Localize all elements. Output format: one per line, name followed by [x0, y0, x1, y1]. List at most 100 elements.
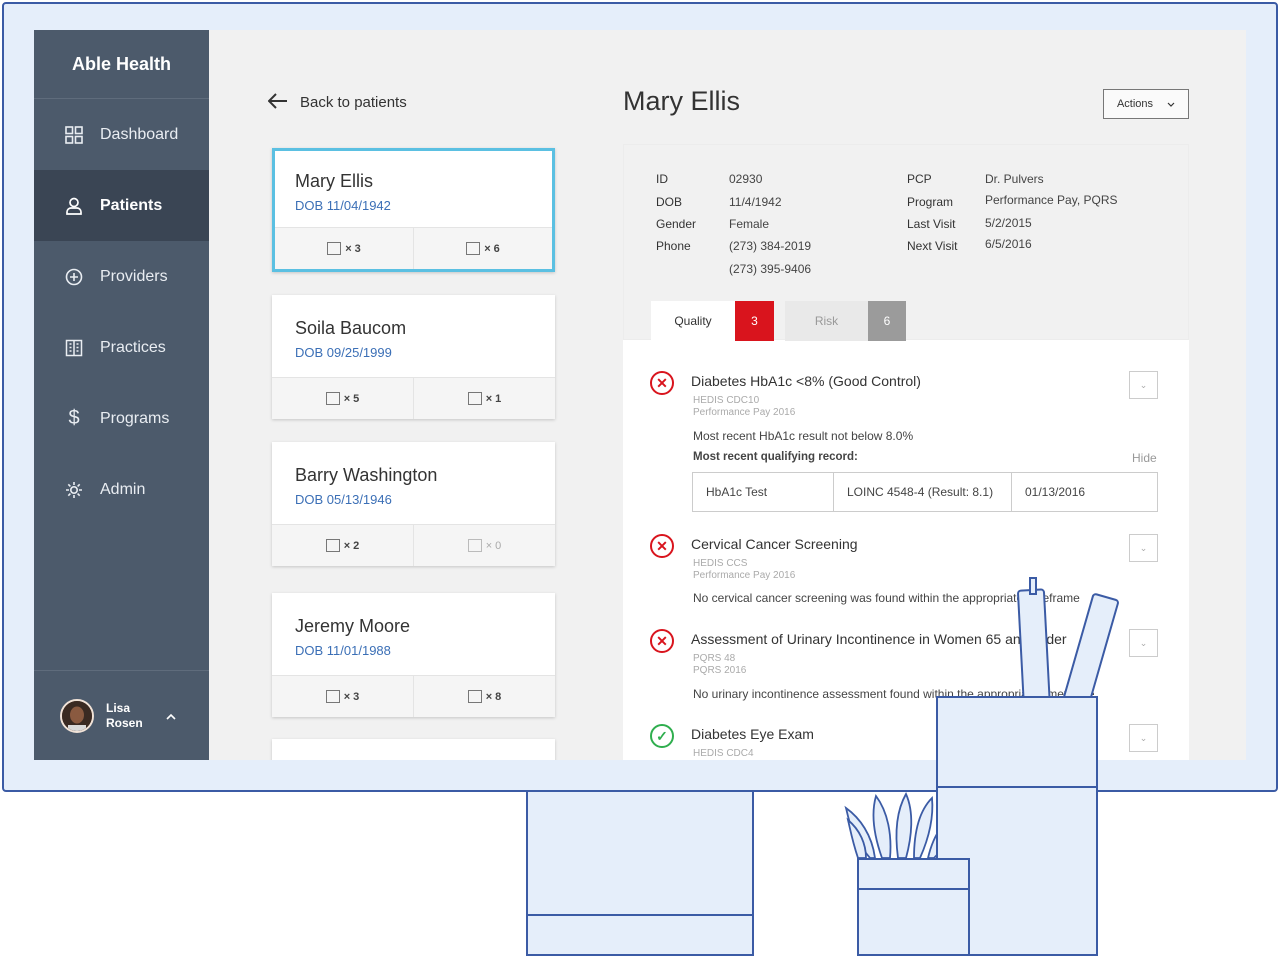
- star-box-icon: [325, 392, 340, 405]
- measure-title: Diabetes Eye Exam: [691, 726, 814, 742]
- sidebar-item-patients[interactable]: Patients: [34, 170, 209, 241]
- risk-gap-count: × 0: [413, 525, 555, 566]
- expand-toggle[interactable]: ⌄: [1129, 534, 1158, 562]
- quality-count-badge[interactable]: 3: [735, 301, 774, 341]
- fail-x-icon: ✕: [650, 534, 674, 558]
- user-menu[interactable]: Lisa Rosen: [34, 670, 209, 760]
- quality-count: × 2: [343, 539, 360, 552]
- risk-gap-count: × 8: [413, 676, 555, 717]
- next-visit-value: 6/5/2016: [985, 237, 1032, 251]
- patient-stats: × 2 × 0: [272, 524, 555, 566]
- expand-toggle[interactable]: ⌄: [1129, 371, 1158, 399]
- measure-description: No cervical cancer screening was found w…: [693, 591, 1080, 605]
- quality-count: × 3: [345, 242, 361, 255]
- risk-count: × 1: [485, 392, 502, 405]
- patient-info: ID DOB Gender Phone 02930 11/4/1942 Fema…: [623, 144, 1189, 341]
- dob-label: DOB: [656, 195, 683, 209]
- sidebar-item-label: Programs: [100, 409, 170, 427]
- patient-card[interactable]: Mary Ellis DOB 11/04/1942 × 3 × 6: [272, 148, 555, 272]
- sidebar-item-providers[interactable]: Providers: [34, 241, 209, 312]
- brand-logo: Able Health: [34, 30, 209, 99]
- id-value: 02930: [729, 172, 763, 186]
- sidebar-item-programs[interactable]: $ Programs: [34, 383, 209, 454]
- fail-x-icon: ✕: [650, 629, 674, 653]
- building-icon: [64, 338, 84, 358]
- sidebar-item-practices[interactable]: Practices: [34, 312, 209, 383]
- chevron-down-icon: [1167, 98, 1175, 110]
- last-visit-label: Last Visit: [907, 217, 956, 231]
- patient-name: Mary Ellis: [295, 171, 374, 191]
- quality-gap-count: × 5: [272, 378, 413, 419]
- page-title: Mary Ellis: [623, 86, 741, 116]
- star-box-icon: [325, 539, 340, 552]
- risk-gap-count: × 6: [413, 228, 552, 269]
- monitor-stand: [526, 792, 754, 956]
- patient-dob: DOB 09/25/1999: [295, 345, 392, 360]
- back-label: Back to patients: [300, 93, 407, 111]
- program-label: Program: [907, 195, 954, 209]
- chart-box-icon: [467, 690, 482, 703]
- measure-title: Diabetes HbA1c <8% (Good Control): [691, 373, 921, 389]
- avatar: [60, 698, 94, 733]
- risk-count-badge[interactable]: 6: [868, 301, 906, 341]
- patient-card[interactable]: Soila Baucom DOB 09/25/1999 × 5 × 1: [272, 295, 555, 419]
- id-label: ID: [656, 172, 668, 186]
- actions-dropdown[interactable]: Actions: [1103, 89, 1189, 119]
- patient-card[interactable]: [272, 739, 555, 760]
- quality-count: × 3: [343, 690, 360, 703]
- measure-program: Performance Pay 2016: [693, 570, 796, 581]
- sidebar-item-admin[interactable]: Admin: [34, 454, 209, 525]
- patient-detail-panel: ID DOB Gender Phone 02930 11/4/1942 Fema…: [623, 144, 1189, 760]
- gear-icon: [64, 480, 84, 500]
- tab-risk[interactable]: Risk: [785, 301, 868, 341]
- risk-count: × 6: [484, 242, 500, 255]
- chart-box-icon: [466, 242, 481, 255]
- risk-gap-count: × 1: [413, 378, 555, 419]
- hide-record-link[interactable]: Hide: [1132, 451, 1157, 465]
- record-code: LOINC 4548-4 (Result: 8.1): [833, 473, 1011, 511]
- expand-toggle[interactable]: ⌄: [1129, 629, 1158, 657]
- plus-circle-icon: [64, 267, 84, 287]
- back-to-patients-link[interactable]: Back to patients: [267, 92, 407, 112]
- arrow-left-icon: [267, 92, 288, 112]
- quality-gap-count: × 3: [275, 228, 413, 269]
- phone-value: (273) 384-2019: [729, 239, 812, 253]
- dollar-icon: $: [68, 407, 80, 429]
- next-visit-label: Next Visit: [907, 239, 958, 253]
- quality-count: × 5: [343, 392, 360, 405]
- chart-box-icon: [467, 539, 482, 552]
- actions-label: Actions: [1116, 98, 1154, 110]
- patient-stats: × 3 × 8: [272, 675, 555, 717]
- measure-program: Performance Pay 2016: [693, 407, 796, 418]
- patient-card[interactable]: Barry Washington DOB 05/13/1946 × 2 × 0: [272, 442, 555, 566]
- patient-name: Jeremy Moore: [295, 616, 411, 636]
- dob-value: 11/4/1942: [729, 195, 782, 209]
- patient-dob: DOB 11/04/1942: [295, 198, 391, 213]
- pcp-label: PCP: [907, 172, 932, 186]
- dashboard-icon: [64, 125, 84, 145]
- gender-value: Female: [729, 217, 770, 231]
- tab-quality[interactable]: Quality: [651, 301, 735, 341]
- qualifying-record: HbA1c Test LOINC 4548-4 (Result: 8.1) 01…: [692, 472, 1158, 512]
- patient-card[interactable]: Jeremy Moore DOB 11/01/1988 × 3 × 8: [272, 593, 555, 717]
- patient-stats: × 3 × 6: [275, 227, 552, 269]
- app-screen: Able Health Dashboard Patients Providers…: [34, 30, 1246, 760]
- record-date: 01/13/2016: [1011, 473, 1157, 511]
- measure-title: Assessment of Urinary Incontinence in Wo…: [691, 631, 1067, 647]
- measure-code: PQRS 48: [693, 653, 736, 664]
- fail-x-icon: ✕: [650, 371, 674, 395]
- measure-code: HEDIS CDC4: [693, 748, 754, 759]
- measure-title: Cervical Cancer Screening: [691, 536, 858, 552]
- patient-dob: DOB 05/13/1946: [295, 492, 392, 507]
- star-box-icon: [325, 690, 340, 703]
- sidebar-item-label: Providers: [100, 267, 168, 285]
- pass-check-icon: ✓: [650, 724, 674, 748]
- sidebar-item-dashboard[interactable]: Dashboard: [34, 99, 209, 170]
- user-last-name: Rosen: [106, 715, 143, 730]
- user-first-name: Lisa: [106, 700, 131, 715]
- star-box-icon: [327, 242, 342, 255]
- quality-gap-count: × 2: [272, 525, 413, 566]
- phone-value-secondary: (273) 395-9406: [729, 262, 812, 276]
- expand-toggle[interactable]: ⌄: [1129, 724, 1158, 752]
- pcp-value: Dr. Pulvers: [985, 172, 1044, 186]
